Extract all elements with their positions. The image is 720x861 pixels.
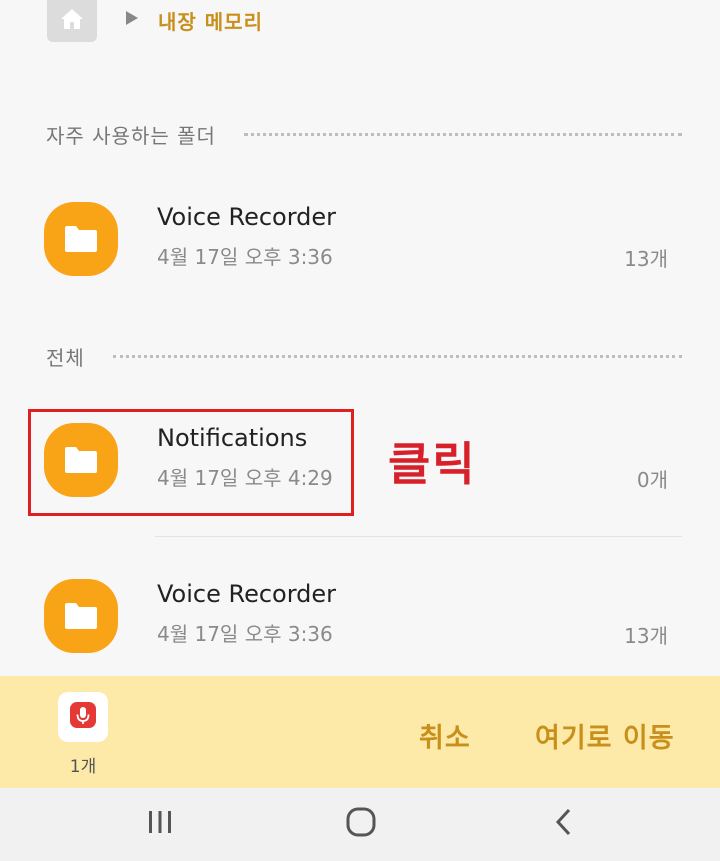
selected-file-thumbnail: [58, 692, 108, 742]
folder-count: 0개: [636, 468, 668, 492]
folder-count: 13개: [624, 247, 668, 271]
section-header-frequent: 자주 사용하는 폴더: [46, 120, 682, 149]
folder-name: Voice Recorder: [157, 580, 337, 608]
home-circle-icon: [345, 807, 377, 841]
list-divider: [155, 536, 682, 537]
navigation-bar: [0, 788, 720, 861]
section-divider: [112, 355, 682, 358]
folder-date: 4월 17일 오후 3:36: [157, 622, 333, 646]
cancel-button[interactable]: 취소: [419, 716, 471, 755]
folder-row-voice-recorder[interactable]: Voice Recorder 4월 17일 오후 3:36 13개: [0, 564, 720, 664]
folder-icon: [44, 202, 118, 276]
bottom-action-bar: 1개 취소 여기로 이동: [0, 676, 720, 788]
section-divider: [243, 133, 682, 136]
folder-row-frequent-voice-recorder[interactable]: Voice Recorder 4월 17일 오후 3:36 13개: [0, 187, 720, 287]
home-button[interactable]: [47, 0, 97, 42]
folder-date: 4월 17일 오후 3:36: [157, 245, 333, 269]
breadcrumb-location[interactable]: 내장 메모리: [158, 6, 263, 35]
back-icon: [554, 808, 574, 840]
play-arrow-icon: [125, 10, 139, 30]
selected-count: 1개: [69, 757, 97, 777]
home-nav-button[interactable]: [341, 806, 381, 842]
recents-icon: [146, 809, 174, 839]
folder-count: 13개: [624, 624, 668, 648]
section-title-all: 전체: [46, 346, 85, 370]
section-title-frequent: 자주 사용하는 폴더: [46, 124, 216, 148]
recents-button[interactable]: [140, 806, 180, 842]
click-annotation: 클릭: [388, 437, 477, 491]
microphone-icon: [70, 702, 96, 732]
section-header-all: 전체: [46, 342, 682, 371]
highlight-box: [28, 409, 354, 516]
home-icon: [60, 8, 84, 34]
folder-icon: [44, 579, 118, 653]
folder-name: Voice Recorder: [157, 203, 337, 231]
breadcrumb: 내장 메모리: [0, 0, 720, 60]
back-button[interactable]: [544, 806, 584, 842]
move-here-button[interactable]: 여기로 이동: [535, 716, 675, 755]
selected-file[interactable]: 1개: [56, 692, 110, 777]
